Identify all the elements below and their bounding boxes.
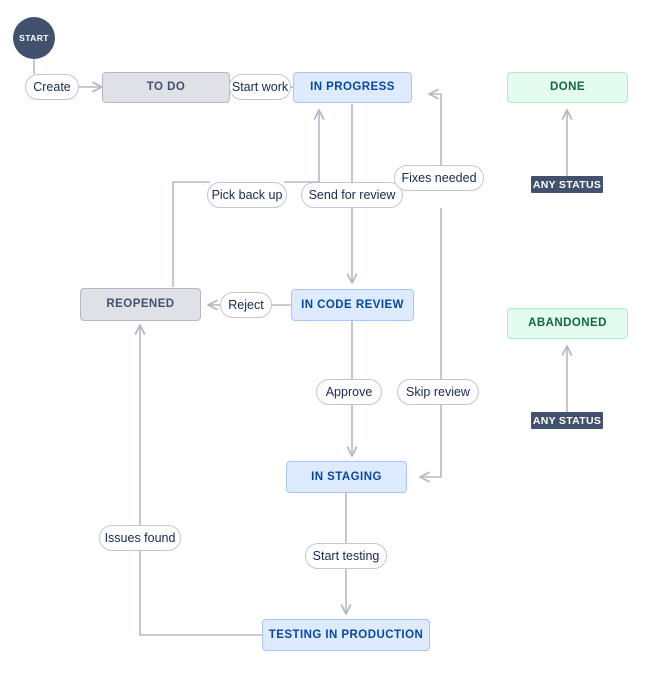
status-node-label: TO DO bbox=[146, 81, 186, 94]
status-node-in-staging[interactable]: IN STAGING bbox=[286, 461, 407, 493]
status-node-label: ABANDONED bbox=[528, 317, 607, 330]
transition-pick-back-up[interactable]: Pick back up bbox=[207, 182, 287, 208]
any-status-label: ANY STATUS bbox=[532, 178, 602, 191]
status-node-in-code-review[interactable]: IN CODE REVIEW bbox=[291, 289, 414, 321]
status-node-abandoned[interactable]: ABANDONED bbox=[507, 308, 628, 339]
any-status-badge-done[interactable]: ANY STATUS bbox=[531, 176, 603, 193]
transition-fixes-needed[interactable]: Fixes needed bbox=[394, 165, 484, 191]
edge-skipreview-to-staging bbox=[419, 405, 442, 483]
transition-label: Start testing bbox=[312, 548, 380, 563]
transition-label: Issues found bbox=[104, 530, 176, 545]
status-node-todo[interactable]: TO DO bbox=[102, 72, 230, 103]
status-node-label: REOPENED bbox=[106, 298, 175, 311]
transition-label: Skip review bbox=[406, 384, 470, 399]
status-node-reopened[interactable]: REOPENED bbox=[80, 288, 201, 321]
status-node-label: IN STAGING bbox=[311, 470, 382, 483]
transition-start-testing[interactable]: Start testing bbox=[305, 543, 387, 569]
any-status-label: ANY STATUS bbox=[532, 414, 602, 427]
status-node-testing-in-production[interactable]: TESTING IN PRODUCTION bbox=[262, 619, 430, 651]
transition-label: Fixes needed bbox=[401, 170, 477, 185]
transition-label: Start work bbox=[231, 79, 289, 94]
transition-label: Create bbox=[33, 79, 71, 94]
edge-pickbackup-to-inprogress bbox=[284, 109, 325, 183]
status-node-label: IN PROGRESS bbox=[310, 81, 395, 94]
transition-send-for-review[interactable]: Send for review bbox=[301, 182, 403, 208]
transition-create[interactable]: Create bbox=[25, 74, 79, 100]
transition-label: Pick back up bbox=[211, 187, 283, 202]
transition-issues-found[interactable]: Issues found bbox=[99, 525, 181, 551]
status-node-done[interactable]: DONE bbox=[507, 72, 628, 103]
status-node-label: IN CODE REVIEW bbox=[301, 298, 404, 311]
transition-label: Approve bbox=[325, 384, 373, 399]
any-status-badge-abandoned[interactable]: ANY STATUS bbox=[531, 412, 603, 429]
start-node-label: START bbox=[19, 33, 49, 43]
workflow-diagram-canvas: START TO DO IN PROGRESS DONE REOPENED IN… bbox=[0, 0, 646, 686]
edge-testprod-to-issuesfound bbox=[139, 551, 262, 636]
edge-reopened-to-pickbackup bbox=[172, 181, 210, 287]
transition-skip-review[interactable]: Skip review bbox=[397, 379, 479, 405]
transition-label: Send for review bbox=[308, 187, 396, 202]
transition-start-work[interactable]: Start work bbox=[229, 74, 291, 100]
start-node[interactable]: START bbox=[13, 17, 55, 59]
status-node-label: DONE bbox=[549, 81, 586, 94]
transition-reject[interactable]: Reject bbox=[220, 292, 272, 318]
transition-label: Reject bbox=[228, 297, 264, 312]
status-node-label: TESTING IN PRODUCTION bbox=[268, 628, 424, 641]
status-node-in-progress[interactable]: IN PROGRESS bbox=[293, 72, 412, 103]
transition-approve[interactable]: Approve bbox=[316, 379, 382, 405]
